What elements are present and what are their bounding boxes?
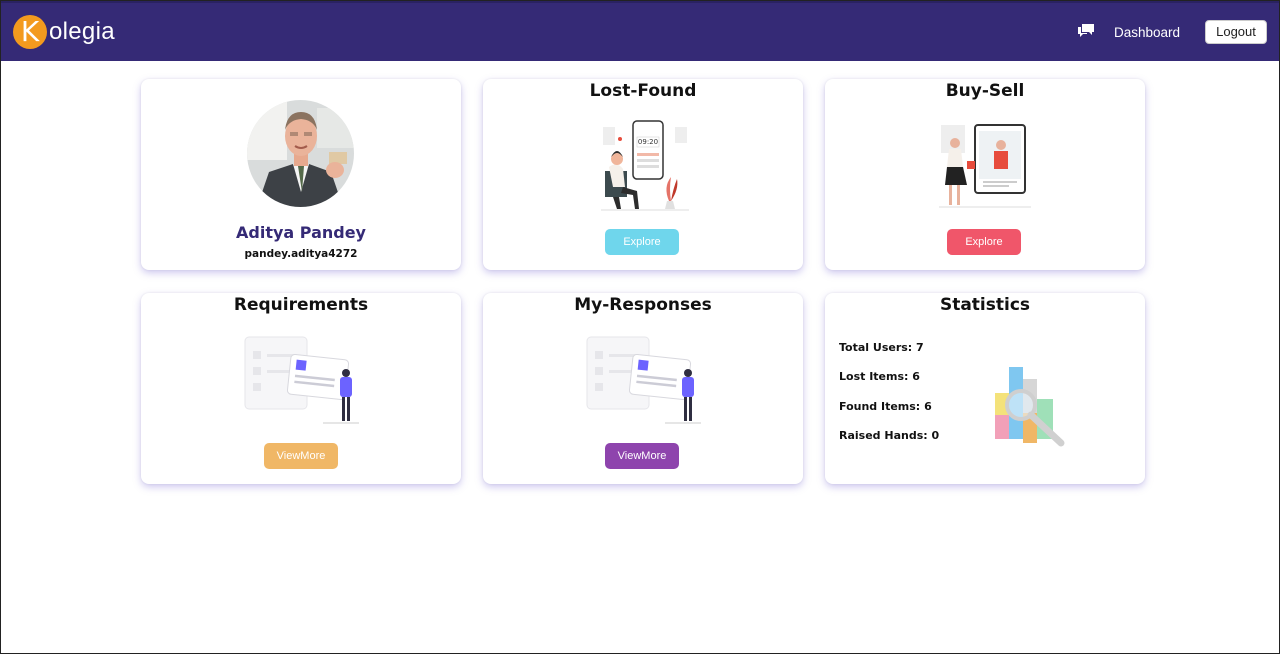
brand-logo[interactable]: K olegia <box>13 13 115 51</box>
nav-dashboard-link[interactable]: Dashboard <box>1114 25 1180 40</box>
card-title: Requirements <box>233 295 369 315</box>
lost-found-explore-button[interactable]: Explore <box>605 229 679 255</box>
stat-raised-hands: Raised Hands: 0 <box>839 429 939 442</box>
card-title: Buy-Sell <box>945 81 1025 101</box>
my-responses-card: My-Responses ViewMore <box>483 293 803 484</box>
my-responses-illustration <box>586 336 701 424</box>
requirements-card: Requirements ViewMore <box>141 293 461 484</box>
stat-total-users: Total Users: 7 <box>839 341 924 354</box>
stat-label: Total Users: <box>839 341 913 354</box>
stat-value: 6 <box>912 370 920 383</box>
stat-label: Lost Items: <box>839 370 909 383</box>
logout-button[interactable]: Logout <box>1205 20 1267 44</box>
statistics-chart-illustration <box>995 367 1065 447</box>
stat-value: 0 <box>931 429 940 442</box>
profile-name: Aditya Pandey <box>236 223 366 242</box>
profile-card: Aditya Pandey pandey.aditya4272 <box>141 79 461 270</box>
clock-text: 09:20 <box>638 138 658 146</box>
card-title: Lost-Found <box>589 81 697 101</box>
avatar <box>247 100 354 207</box>
buy-sell-explore-button[interactable]: Explore <box>947 229 1021 255</box>
stat-lost-items: Lost Items: 6 <box>839 370 920 383</box>
card-title: Statistics <box>939 295 1031 315</box>
lost-found-card: Lost-Found 09:20 Explore <box>483 79 803 270</box>
stat-value: 6 <box>924 400 932 413</box>
navbar: K olegia Dashboard Logout <box>1 1 1279 61</box>
statistics-card: Statistics Total Users: 7 Lost Items: 6 … <box>825 293 1145 484</box>
my-responses-viewmore-button[interactable]: ViewMore <box>605 443 679 469</box>
buy-sell-illustration <box>939 124 1031 208</box>
requirements-illustration <box>244 336 359 424</box>
stat-value: 7 <box>916 341 924 354</box>
profile-username: pandey.aditya4272 <box>244 248 358 260</box>
stat-label: Found Items: <box>839 400 921 413</box>
brand-logo-mark: K <box>13 15 47 49</box>
brand-name: olegia <box>49 18 115 45</box>
requirements-viewmore-button[interactable]: ViewMore <box>264 443 338 469</box>
stat-found-items: Found Items: 6 <box>839 400 932 413</box>
card-title: My-Responses <box>574 295 712 315</box>
lost-found-illustration: 09:20 <box>601 120 689 211</box>
buy-sell-card: Buy-Sell Explore <box>825 79 1145 270</box>
stat-label: Raised Hands: <box>839 429 928 442</box>
chat-icon[interactable] <box>1077 23 1095 39</box>
